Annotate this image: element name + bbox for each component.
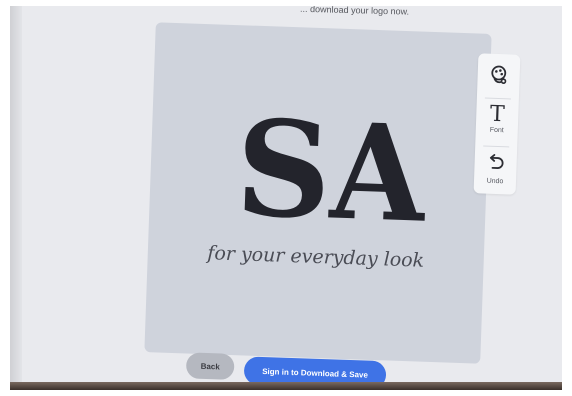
bottom-edge	[10, 382, 562, 390]
monogram-letter-s: S	[233, 91, 330, 250]
undo-tool-label: Undo	[486, 177, 504, 186]
logo-preview-card: SA for your everyday look	[144, 22, 492, 364]
logo-monogram: SA	[208, 84, 453, 253]
left-edge-panel	[10, 6, 22, 390]
back-button[interactable]: Back	[185, 352, 235, 380]
monogram-letter-a: A	[328, 94, 425, 253]
editor-toolbar: T Font Undo	[473, 53, 521, 195]
undo-icon	[474, 151, 517, 177]
palette-tool-button[interactable]	[477, 63, 520, 91]
toolbar-divider	[484, 97, 511, 100]
undo-tool-button[interactable]: Undo	[474, 151, 517, 185]
font-tool-label: Font	[489, 126, 504, 135]
header-hint-text: ... download your logo now.	[299, 6, 410, 17]
font-icon: T	[489, 101, 506, 128]
app-screen: ... download your logo now. SA for your …	[10, 6, 562, 390]
palette-icon	[477, 63, 520, 91]
photo-frame: ... download your logo now. SA for your …	[0, 0, 572, 396]
font-tool-button[interactable]: T Font	[476, 101, 519, 135]
toolbar-divider	[483, 145, 510, 148]
